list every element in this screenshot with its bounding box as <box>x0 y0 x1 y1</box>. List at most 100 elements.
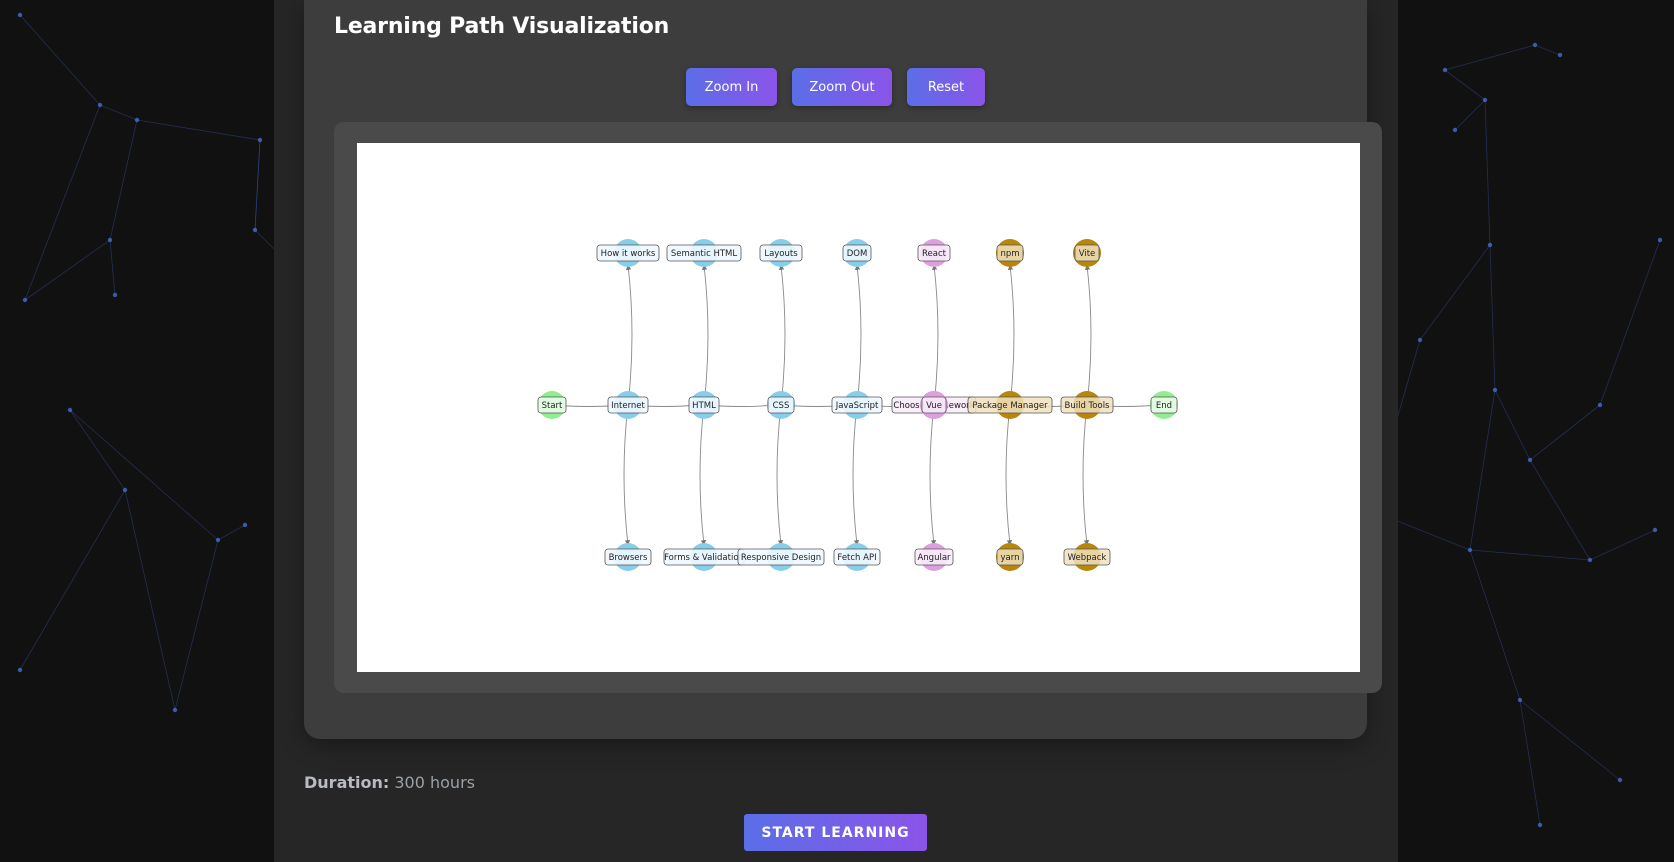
background-network-link <box>1519 699 1621 781</box>
background-network-link <box>174 539 219 711</box>
background-network-dot <box>1517 697 1523 703</box>
graph-node-how-it-works[interactable]: How it works <box>596 239 660 267</box>
background-network-dot <box>112 292 118 298</box>
graph-node-label: Vite <box>1079 249 1096 259</box>
background-network-link <box>19 14 101 106</box>
graph-node-build-tools[interactable]: Build Tools <box>1060 391 1114 419</box>
graph-canvas[interactable]: Start Internet How it works Browsers HTML Sem… <box>357 143 1360 672</box>
background-network-dot <box>1617 777 1623 783</box>
background-network-dot <box>1597 402 1603 408</box>
graph-node-label: Semantic HTML <box>671 249 737 259</box>
background-network-dot <box>252 227 258 233</box>
graph-node-label: Start <box>542 401 563 411</box>
graph-node-end[interactable]: End <box>1150 391 1178 419</box>
background-network-link <box>136 119 261 141</box>
learning-path-graph[interactable]: Start Internet How it works Browsers HTML Sem… <box>357 143 1360 672</box>
graph-node-webpack[interactable]: Webpack <box>1063 543 1111 571</box>
background-network-dot <box>17 12 23 18</box>
graph-node-yarn[interactable]: yarn <box>996 543 1024 571</box>
background-network-dot <box>1482 97 1488 103</box>
graph-edge-build-tools-to-vite <box>1084 264 1092 406</box>
graph-node-start[interactable]: Start <box>537 391 567 419</box>
graph-node-label: npm <box>1000 249 1019 259</box>
background-network-dot <box>242 522 248 528</box>
zoom-in-button[interactable]: Zoom In <box>686 68 777 106</box>
graph-node-vue[interactable]: Vue <box>920 391 948 419</box>
background-network-dot <box>17 667 23 673</box>
graph-node-dom[interactable]: DOM <box>842 239 872 267</box>
graph-node-label: End <box>1156 401 1172 411</box>
graph-node-label: How it works <box>601 249 656 259</box>
graph-node-label: Package Manager <box>972 401 1048 411</box>
graph-node-label: React <box>922 249 947 259</box>
graph-node-label: Browsers <box>609 553 648 563</box>
graph-node-label: CSS <box>773 401 790 411</box>
graph-edge-build-tools-to-webpack <box>1082 404 1090 546</box>
graph-node-layouts[interactable]: Layouts <box>759 239 803 267</box>
graph-node-label: Fetch API <box>837 553 876 563</box>
graph-panel: Start Internet How it works Browsers HTML Sem… <box>334 122 1382 693</box>
graph-node-fetch-api[interactable]: Fetch API <box>833 543 881 571</box>
graph-node-semantic-html[interactable]: Semantic HTML <box>666 239 742 267</box>
background-network-link <box>19 489 126 671</box>
background-network-link <box>69 409 219 541</box>
graph-node-angular[interactable]: Angular <box>914 543 954 571</box>
background-network-dot <box>1537 822 1543 828</box>
background-network-dot <box>257 137 263 143</box>
background-network-link <box>1589 529 1656 561</box>
background-network-dot <box>1492 387 1498 393</box>
graph-node-label: JavaScript <box>835 401 879 411</box>
graph-node-html[interactable]: HTML <box>688 391 720 419</box>
graph-node-npm[interactable]: npm <box>996 239 1024 267</box>
graph-node-css[interactable]: CSS <box>767 391 795 419</box>
graph-node-browsers[interactable]: Browsers <box>604 543 652 571</box>
graph-node-responsive[interactable]: Responsive Design <box>737 543 825 571</box>
zoom-controls: Zoom In Zoom Out Reset <box>686 68 985 106</box>
background-network-link <box>254 139 261 231</box>
background-network-dot <box>1657 237 1663 243</box>
duration-info: Duration: 300 hours <box>304 773 475 792</box>
background-network-dot <box>1532 42 1538 48</box>
graph-edge-javascript-to-dom <box>854 264 862 406</box>
background-network-link <box>1469 549 1591 561</box>
graph-node-javascript[interactable]: JavaScript <box>831 391 883 419</box>
graph-node-vite[interactable]: Vite <box>1073 239 1101 267</box>
graph-node-react[interactable]: React <box>917 239 951 267</box>
graph-node-label: Forms & Validation <box>664 553 744 563</box>
background-network-dot <box>1417 337 1423 343</box>
duration-value: 300 hours <box>394 773 475 792</box>
background-network-link <box>1529 404 1601 461</box>
background-network-dot <box>1587 557 1593 563</box>
background-network-link <box>1529 459 1591 561</box>
background-network-dot <box>1487 242 1493 248</box>
background-network-link <box>1519 699 1541 826</box>
background-network-dot <box>97 102 103 108</box>
graph-edge-package-manager-to-npm <box>1007 264 1015 406</box>
zoom-out-button[interactable]: Zoom Out <box>792 68 892 106</box>
graph-node-internet[interactable]: Internet <box>607 391 649 419</box>
graph-node-label: Webpack <box>1068 553 1107 563</box>
background-network-link <box>1489 244 1496 391</box>
background-network-dot <box>107 237 113 243</box>
graph-node-label: yarn <box>1001 553 1020 563</box>
background-network-link <box>24 104 101 301</box>
graph-edge-css-to-layouts <box>778 264 786 406</box>
background-network-link <box>1444 69 1486 101</box>
graph-nodes: Start Internet How it works Browsers HTML Sem… <box>537 239 1178 571</box>
background-network-link <box>99 104 138 121</box>
graph-edge-choose-framework-to-react <box>931 264 939 406</box>
background-network-dot <box>1467 547 1473 553</box>
graph-edge-css-to-responsive <box>776 404 784 546</box>
background-network-link <box>24 239 111 301</box>
background-network-dot <box>67 407 73 413</box>
graph-node-package-manager[interactable]: Package Manager <box>967 391 1053 419</box>
background-network-dot <box>1527 457 1533 463</box>
graph-node-label: Angular <box>917 553 951 563</box>
background-network-link <box>1444 44 1536 71</box>
graph-node-label: Layouts <box>764 249 798 259</box>
graph-node-forms[interactable]: Forms & Validation <box>663 543 745 571</box>
background-network-dot <box>1452 127 1458 133</box>
reset-button[interactable]: Reset <box>907 68 985 106</box>
background-network-link <box>69 409 126 491</box>
start-learning-button[interactable]: START LEARNING <box>744 814 927 851</box>
